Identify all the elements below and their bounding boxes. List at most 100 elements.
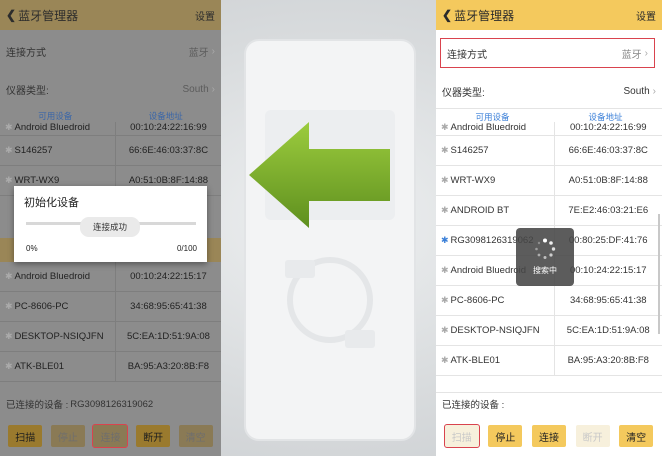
connect-button[interactable]: 连接 [92,424,129,448]
device-row[interactable]: ✱ S146257 66:6E:46:03:37:8C [436,136,662,166]
bluetooth-icon: ✱ [5,122,13,132]
connected-label: 已连接的设备 : [6,400,69,411]
disconnect-button[interactable]: 断开 [575,425,610,447]
bluetooth-icon: ✱ [441,145,449,155]
background-device-graphic [244,39,416,441]
device-row[interactable]: ✱ Android Bluedroid 00:10:24:22:16:99 [0,122,221,136]
device-address: A0:51:0B:8F:14:88 [553,166,662,195]
device-name: DESKTOP-NSIQJFN [450,325,540,336]
device-name: ATK-BLE01 [14,361,65,372]
device-name: WRT-WX9 [450,175,496,186]
settings-button[interactable]: 设置 [195,8,215,23]
device-address: 00:10:24:22:16:99 [553,122,662,135]
bluetooth-icon: ✱ [5,361,13,371]
instrument-type-row[interactable]: 仪器类型: South › [436,78,662,104]
page-title: 蓝牙管理器 [454,8,515,23]
device-row[interactable]: ✱ DESKTOP-NSIQJFN 5C:EA:1D:51:9A:08 [0,322,221,352]
scrollbar[interactable] [658,214,660,334]
settings-button[interactable]: 设置 [636,8,656,23]
connect-method-row[interactable]: 连接方式 蓝牙 › [0,36,221,66]
scan-button[interactable]: 扫描 [443,424,480,448]
searching-toast: 搜索中 [516,228,574,286]
device-row[interactable]: ✱ S146257 66:6E:46:03:37:8C [0,136,221,166]
clear-button[interactable]: 清空 [619,425,654,447]
stop-button[interactable]: 停止 [50,425,85,447]
dialog-title: 初始化设备 [24,197,79,209]
bluetooth-icon: ✱ [441,325,449,335]
chevron-right-icon: › [652,85,656,97]
tutorial-canvas: ❮ 蓝牙管理器 设置 连接方式 蓝牙 › 仪器类型: South › 可用设备 … [0,0,662,456]
stop-button[interactable]: 停止 [488,425,523,447]
bluetooth-icon: ✱ [5,145,13,155]
instrument-type-row[interactable]: 仪器类型: South › [0,76,221,102]
device-address: 5C:EA:1D:51:9A:08 [553,316,662,345]
device-row[interactable]: ✱ ATK-BLE01 BA:95:A3:20:8B:F8 [436,346,662,376]
progress-count: 0/100 [176,244,197,253]
device-name: Android Bluedroid [450,122,527,133]
device-name: ANDROID BT [450,205,510,216]
init-device-dialog: 初始化设备 连接成功 0% 0/100 [14,186,207,262]
right-phone-screen: ❮ 蓝牙管理器 设置 连接方式 蓝牙 › 仪器类型: South › 可用设备 … [436,0,662,456]
device-address: 66:6E:46:03:37:8C [114,136,221,165]
device-row[interactable]: ✱ DESKTOP-NSIQJFN 5C:EA:1D:51:9A:08 [436,316,662,346]
clear-button[interactable]: 清空 [178,425,213,447]
back-button[interactable]: ❮ [442,8,452,22]
device-address: 7E:E2:46:03:21:E6 [553,196,662,225]
connected-value: RG3098126319062 [70,398,154,410]
device-address: BA:95:A3:20:8B:F8 [553,346,662,375]
bluetooth-icon: ✱ [441,295,449,305]
bluetooth-icon: ✱ [5,331,13,341]
device-list-bottom: ✱ Android Bluedroid 00:10:24:22:15:17 ✱ PC… [0,262,221,382]
device-address: 66:6E:46:03:37:8C [553,136,662,165]
device-row[interactable]: ✱ Android Bluedroid 00:10:24:22:15:17 [0,262,221,292]
left-arrow-icon [249,122,390,228]
chevron-right-icon: › [211,45,215,57]
instrument-type-label: 仪器类型: [6,85,49,97]
button-bar: 扫描 停止 连接 断开 清空 [0,422,221,450]
device-name: DESKTOP-NSIQJFN [14,331,104,342]
device-name: Android Bluedroid [14,271,91,282]
connect-method-label: 连接方式 [447,49,487,61]
device-name: PC-8606-PC [14,301,69,312]
device-row[interactable]: ✱ ANDROID BT 7E:E2:46:03:21:E6 [436,196,662,226]
device-address: 00:10:24:22:15:17 [114,262,221,291]
device-name: PC-8606-PC [450,295,505,306]
connect-method-row[interactable]: 连接方式 蓝牙 › [440,38,655,68]
device-address: 5C:EA:1D:51:9A:08 [114,322,221,351]
instrument-type-value: South [182,83,209,95]
device-row[interactable]: ✱ Android Bluedroid 00:10:24:22:16:99 [436,122,662,136]
device-name: S146257 [450,145,489,156]
scan-button[interactable]: 扫描 [8,425,43,447]
connect-method-label: 连接方式 [6,47,46,59]
disconnect-button[interactable]: 断开 [136,425,171,447]
device-name: WRT-WX9 [14,175,60,186]
bluetooth-icon: ✱ [5,175,13,185]
device-name: ATK-BLE01 [450,355,501,366]
chevron-right-icon: › [211,83,215,95]
bluetooth-icon: ✱ [5,301,13,311]
device-row[interactable]: ✱ PC-8606-PC 34:68:95:65:41:38 [436,286,662,316]
back-button[interactable]: ❮ [6,8,16,22]
bluetooth-icon: ✱ [441,122,449,132]
connected-label: 已连接的设备 : [442,399,505,411]
device-name: S146257 [14,145,53,156]
progress-percent: 0% [26,244,38,253]
connected-device-row: 已连接的设备 : [436,392,662,414]
left-phone-screen: ❮ 蓝牙管理器 设置 连接方式 蓝牙 › 仪器类型: South › 可用设备 … [0,0,221,456]
device-row[interactable]: ✱ PC-8606-PC 34:68:95:65:41:38 [0,292,221,322]
page-title: 蓝牙管理器 [18,8,79,23]
connect-button[interactable]: 连接 [531,425,566,447]
device-address: BA:95:A3:20:8B:F8 [114,352,221,381]
instrument-type-value: South [623,85,650,97]
device-list-top: ✱ Android Bluedroid 00:10:24:22:16:99 ✱ S1… [0,122,221,196]
device-address: 34:68:95:65:41:38 [114,292,221,321]
bluetooth-icon: ✱ [441,235,449,245]
instrument-type-label: 仪器类型: [442,87,485,99]
app-header: ❮ 蓝牙管理器 设置 [0,0,221,30]
device-row[interactable]: ✱ ATK-BLE01 BA:95:A3:20:8B:F8 [0,352,221,382]
device-address: 00:10:24:22:16:99 [114,122,221,135]
device-row[interactable]: ✱ WRT-WX9 A0:51:0B:8F:14:88 [436,166,662,196]
bluetooth-icon: ✱ [441,205,449,215]
toast-text: 搜索中 [533,266,557,275]
device-address: 34:68:95:65:41:38 [553,286,662,315]
